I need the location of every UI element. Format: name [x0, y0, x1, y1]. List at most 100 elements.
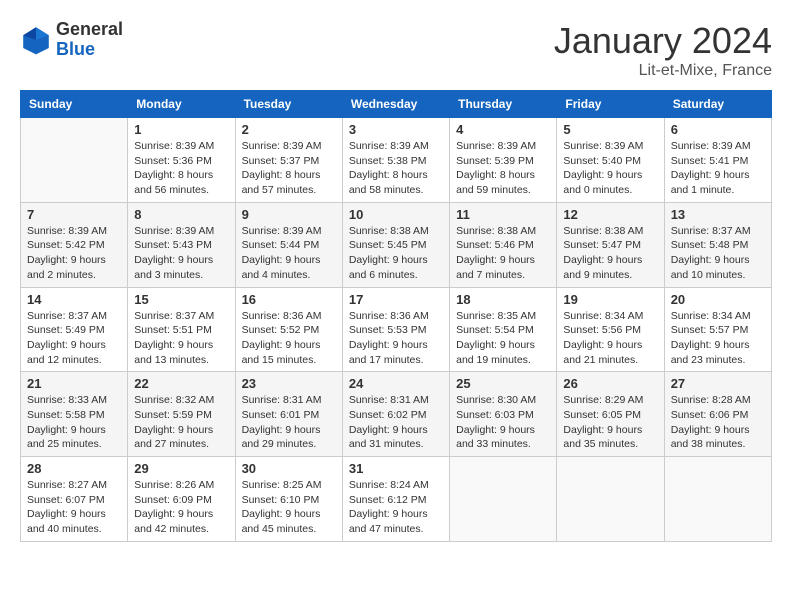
- calendar-cell: 28 Sunrise: 8:27 AM Sunset: 6:07 PM Dayli…: [21, 457, 128, 542]
- day-number: 9: [242, 207, 336, 222]
- column-header-wednesday: Wednesday: [342, 91, 449, 118]
- day-info: Sunrise: 8:28 AM Sunset: 6:06 PM Dayligh…: [671, 393, 765, 452]
- calendar-cell: 27 Sunrise: 8:28 AM Sunset: 6:06 PM Dayli…: [664, 372, 771, 457]
- day-number: 28: [27, 461, 121, 476]
- calendar-cell: 25 Sunrise: 8:30 AM Sunset: 6:03 PM Dayli…: [450, 372, 557, 457]
- day-info: Sunrise: 8:25 AM Sunset: 6:10 PM Dayligh…: [242, 478, 336, 537]
- calendar-table: SundayMondayTuesdayWednesdayThursdayFrid…: [20, 90, 772, 542]
- logo-blue-text: Blue: [56, 40, 123, 60]
- day-number: 12: [563, 207, 657, 222]
- calendar-cell: 2 Sunrise: 8:39 AM Sunset: 5:37 PM Daylig…: [235, 118, 342, 203]
- calendar-cell: 18 Sunrise: 8:35 AM Sunset: 5:54 PM Dayli…: [450, 287, 557, 372]
- day-number: 27: [671, 376, 765, 391]
- calendar-week-row: 14Sunrise: 8:37 AM Sunset: 5:49 PM Dayli…: [21, 287, 772, 372]
- calendar-cell: 8 Sunrise: 8:39 AM Sunset: 5:43 PM Daylig…: [128, 202, 235, 287]
- day-number: 21: [27, 376, 121, 391]
- day-info: Sunrise: 8:24 AM Sunset: 6:12 PM Dayligh…: [349, 478, 443, 537]
- calendar-cell: [450, 457, 557, 542]
- day-number: 19: [563, 292, 657, 307]
- day-number: 22: [134, 376, 228, 391]
- day-number: 3: [349, 122, 443, 137]
- day-number: 16: [242, 292, 336, 307]
- calendar-week-row: 7Sunrise: 8:39 AM Sunset: 5:42 PM Daylig…: [21, 202, 772, 287]
- calendar-cell: [664, 457, 771, 542]
- day-info: Sunrise: 8:36 AM Sunset: 5:52 PM Dayligh…: [242, 309, 336, 368]
- column-header-friday: Friday: [557, 91, 664, 118]
- day-info: Sunrise: 8:34 AM Sunset: 5:57 PM Dayligh…: [671, 309, 765, 368]
- calendar-week-row: 28 Sunrise: 8:27 AM Sunset: 6:07 PM Dayli…: [21, 457, 772, 542]
- day-number: 31: [349, 461, 443, 476]
- day-number: 2: [242, 122, 336, 137]
- calendar-cell: 12 Sunrise: 8:38 AM Sunset: 5:47 PM Dayli…: [557, 202, 664, 287]
- column-header-thursday: Thursday: [450, 91, 557, 118]
- calendar-cell: 13 Sunrise: 8:37 AM Sunset: 5:48 PM Dayli…: [664, 202, 771, 287]
- calendar-header-row: SundayMondayTuesdayWednesdayThursdayFrid…: [21, 91, 772, 118]
- day-number: 5: [563, 122, 657, 137]
- calendar-cell: 21 Sunrise: 8:33 AM Sunset: 5:58 PM Dayli…: [21, 372, 128, 457]
- calendar-cell: [557, 457, 664, 542]
- calendar-cell: 20Sunrise: 8:34 AM Sunset: 5:57 PM Dayli…: [664, 287, 771, 372]
- day-info: Sunrise: 8:39 AM Sunset: 5:41 PM Dayligh…: [671, 139, 765, 198]
- day-number: 6: [671, 122, 765, 137]
- day-info: Sunrise: 8:39 AM Sunset: 5:42 PM Dayligh…: [27, 224, 121, 283]
- calendar-cell: 10Sunrise: 8:38 AM Sunset: 5:45 PM Dayli…: [342, 202, 449, 287]
- calendar-cell: 19 Sunrise: 8:34 AM Sunset: 5:56 PM Dayli…: [557, 287, 664, 372]
- logo-general-text: General: [56, 20, 123, 40]
- day-info: Sunrise: 8:38 AM Sunset: 5:46 PM Dayligh…: [456, 224, 550, 283]
- calendar-cell: 26 Sunrise: 8:29 AM Sunset: 6:05 PM Dayli…: [557, 372, 664, 457]
- day-number: 29: [134, 461, 228, 476]
- day-number: 17: [349, 292, 443, 307]
- day-number: 15: [134, 292, 228, 307]
- day-info: Sunrise: 8:39 AM Sunset: 5:44 PM Dayligh…: [242, 224, 336, 283]
- day-info: Sunrise: 8:37 AM Sunset: 5:51 PM Dayligh…: [134, 309, 228, 368]
- column-header-monday: Monday: [128, 91, 235, 118]
- calendar-cell: 5Sunrise: 8:39 AM Sunset: 5:40 PM Daylig…: [557, 118, 664, 203]
- calendar-cell: 15 Sunrise: 8:37 AM Sunset: 5:51 PM Dayli…: [128, 287, 235, 372]
- calendar-cell: 16 Sunrise: 8:36 AM Sunset: 5:52 PM Dayli…: [235, 287, 342, 372]
- day-info: Sunrise: 8:37 AM Sunset: 5:48 PM Dayligh…: [671, 224, 765, 283]
- day-number: 14: [27, 292, 121, 307]
- column-header-sunday: Sunday: [21, 91, 128, 118]
- day-info: Sunrise: 8:32 AM Sunset: 5:59 PM Dayligh…: [134, 393, 228, 452]
- calendar-cell: 3Sunrise: 8:39 AM Sunset: 5:38 PM Daylig…: [342, 118, 449, 203]
- calendar-week-row: 21 Sunrise: 8:33 AM Sunset: 5:58 PM Dayli…: [21, 372, 772, 457]
- day-info: Sunrise: 8:39 AM Sunset: 5:39 PM Dayligh…: [456, 139, 550, 198]
- day-number: 4: [456, 122, 550, 137]
- day-number: 18: [456, 292, 550, 307]
- day-info: Sunrise: 8:39 AM Sunset: 5:37 PM Dayligh…: [242, 139, 336, 198]
- calendar-cell: 31 Sunrise: 8:24 AM Sunset: 6:12 PM Dayli…: [342, 457, 449, 542]
- logo-text: General Blue: [56, 20, 123, 60]
- day-info: Sunrise: 8:35 AM Sunset: 5:54 PM Dayligh…: [456, 309, 550, 368]
- calendar-cell: 29Sunrise: 8:26 AM Sunset: 6:09 PM Dayli…: [128, 457, 235, 542]
- day-info: Sunrise: 8:29 AM Sunset: 6:05 PM Dayligh…: [563, 393, 657, 452]
- location-text: Lit-et-Mixe, France: [554, 62, 772, 80]
- calendar-cell: 17Sunrise: 8:36 AM Sunset: 5:53 PM Dayli…: [342, 287, 449, 372]
- calendar-cell: 7Sunrise: 8:39 AM Sunset: 5:42 PM Daylig…: [21, 202, 128, 287]
- day-info: Sunrise: 8:34 AM Sunset: 5:56 PM Dayligh…: [563, 309, 657, 368]
- day-number: 13: [671, 207, 765, 222]
- calendar-cell: 14Sunrise: 8:37 AM Sunset: 5:49 PM Dayli…: [21, 287, 128, 372]
- day-info: Sunrise: 8:27 AM Sunset: 6:07 PM Dayligh…: [27, 478, 121, 537]
- day-number: 11: [456, 207, 550, 222]
- day-info: Sunrise: 8:38 AM Sunset: 5:47 PM Dayligh…: [563, 224, 657, 283]
- title-section: January 2024 Lit-et-Mixe, France: [554, 20, 772, 80]
- day-info: Sunrise: 8:39 AM Sunset: 5:43 PM Dayligh…: [134, 224, 228, 283]
- day-info: Sunrise: 8:30 AM Sunset: 6:03 PM Dayligh…: [456, 393, 550, 452]
- month-title: January 2024: [554, 20, 772, 62]
- calendar-cell: 1Sunrise: 8:39 AM Sunset: 5:36 PM Daylig…: [128, 118, 235, 203]
- day-info: Sunrise: 8:33 AM Sunset: 5:58 PM Dayligh…: [27, 393, 121, 452]
- day-number: 24: [349, 376, 443, 391]
- day-number: 1: [134, 122, 228, 137]
- day-number: 26: [563, 376, 657, 391]
- logo: General Blue: [20, 20, 123, 60]
- calendar-cell: 9 Sunrise: 8:39 AM Sunset: 5:44 PM Daylig…: [235, 202, 342, 287]
- calendar-week-row: 1Sunrise: 8:39 AM Sunset: 5:36 PM Daylig…: [21, 118, 772, 203]
- calendar-cell: 23Sunrise: 8:31 AM Sunset: 6:01 PM Dayli…: [235, 372, 342, 457]
- day-number: 10: [349, 207, 443, 222]
- logo-icon: [20, 24, 52, 56]
- page-header: General Blue January 2024 Lit-et-Mixe, F…: [20, 20, 772, 80]
- day-info: Sunrise: 8:31 AM Sunset: 6:02 PM Dayligh…: [349, 393, 443, 452]
- day-number: 25: [456, 376, 550, 391]
- day-number: 8: [134, 207, 228, 222]
- calendar-cell: 4 Sunrise: 8:39 AM Sunset: 5:39 PM Daylig…: [450, 118, 557, 203]
